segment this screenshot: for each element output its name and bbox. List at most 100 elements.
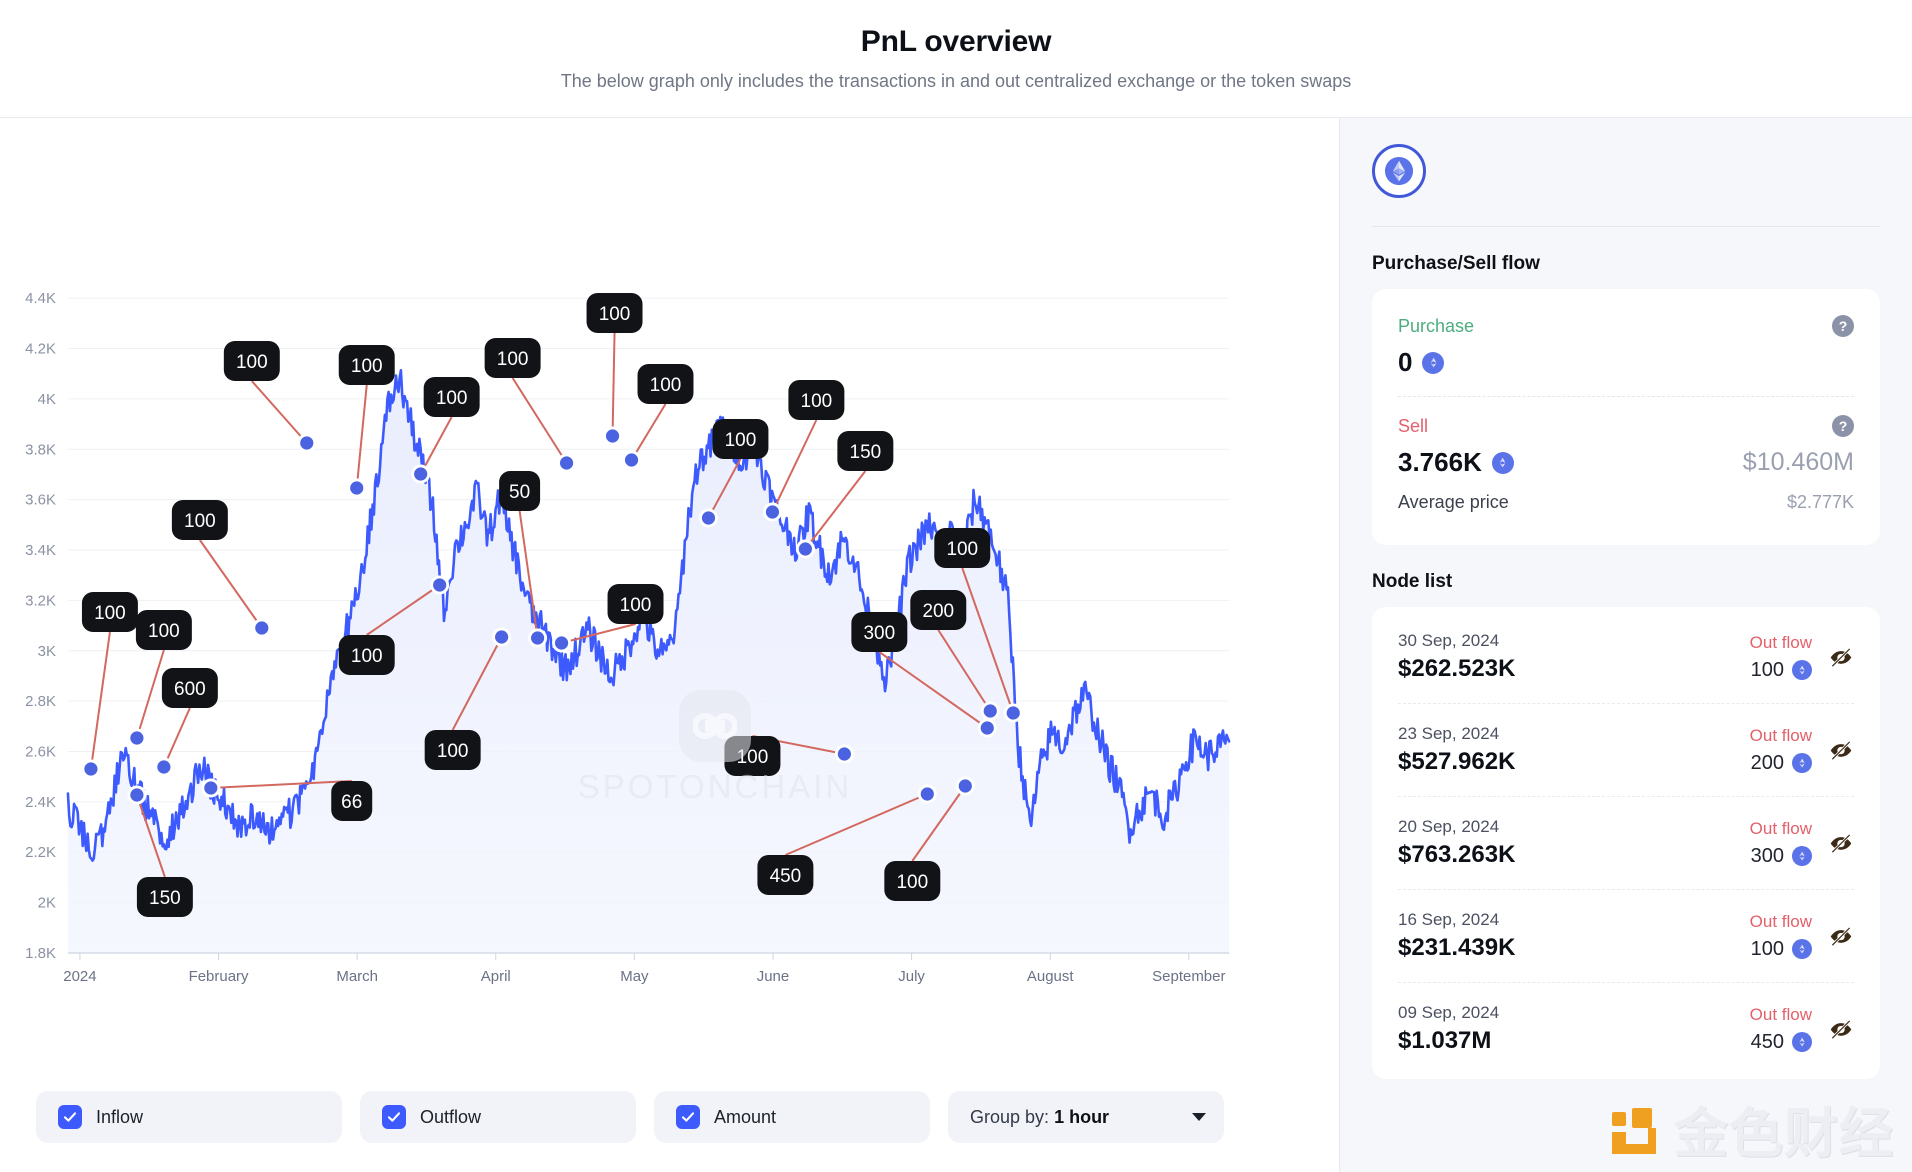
eye-off-icon[interactable]: [1828, 644, 1854, 670]
amount-checkbox[interactable]: [676, 1105, 700, 1129]
annotation-badge[interactable]: 100: [586, 293, 643, 333]
node-list-title: Node list: [1372, 571, 1453, 592]
page-subtitle: The below graph only includes the transa…: [560, 71, 1352, 91]
page-title: PnL overview: [860, 25, 1052, 58]
eye-off-icon[interactable]: [1828, 737, 1854, 763]
eye-off-icon[interactable]: [1828, 1016, 1854, 1042]
inflow-checkbox[interactable]: [58, 1105, 82, 1129]
annotation-marker[interactable]: [204, 781, 218, 795]
node-list-item[interactable]: 30 Sep, 2024 $262.523K Out flow 100: [1398, 611, 1854, 704]
annotation-badge[interactable]: 100: [171, 500, 228, 540]
annotation-marker[interactable]: [157, 760, 171, 774]
annotation-marker[interactable]: [701, 511, 716, 525]
annotation-badge-value: 100: [946, 539, 978, 560]
annotation-badge[interactable]: 100: [934, 528, 991, 568]
y-axis-tick-label: 3.8K: [25, 441, 56, 458]
annotation-badge[interactable]: 100: [724, 736, 781, 776]
group-by-value: 1 hour: [1054, 1106, 1110, 1127]
annotation-badge[interactable]: 100: [637, 364, 694, 404]
annotation-marker[interactable]: [559, 456, 574, 470]
annotation-marker[interactable]: [624, 453, 639, 467]
annotation-badge[interactable]: 100: [424, 730, 481, 770]
annotation-marker[interactable]: [350, 481, 364, 495]
annotation-badge[interactable]: 600: [161, 668, 218, 708]
annotation-badge[interactable]: 100: [81, 592, 138, 632]
annotation-marker[interactable]: [983, 704, 997, 718]
inflow-toggle[interactable]: Inflow: [36, 1091, 342, 1143]
ethereum-icon[interactable]: [1372, 144, 1426, 198]
page-header: PnL overview The below graph only includ…: [0, 0, 1912, 118]
corner-watermark: 金色财经: [1608, 1089, 1894, 1168]
ethereum-token-icon: [1792, 753, 1812, 773]
annotation-marker[interactable]: [605, 429, 620, 443]
x-axis-tick-label: August: [1027, 968, 1074, 985]
chevron-down-icon[interactable]: [1192, 1113, 1206, 1121]
annotation-marker[interactable]: [300, 436, 314, 450]
pnl-line-chart[interactable]: 1.8K 2K 2.2K 2.4K 2.6K 2.8K 3K 3.2K 3.4K 3.6K 3.8K…: [0, 118, 1339, 1080]
ethereum-token-icon: [1792, 939, 1812, 959]
purchase-row: Purchase ? 0: [1398, 309, 1854, 390]
annotation-badge[interactable]: 100: [338, 345, 395, 385]
annotation-marker[interactable]: [414, 467, 428, 481]
annotation-marker[interactable]: [958, 779, 972, 793]
outflow-toggle[interactable]: Outflow: [360, 1091, 636, 1143]
annotation-badge[interactable]: 150: [837, 431, 894, 471]
x-axis-tick-label: May: [620, 968, 649, 985]
amount-toggle[interactable]: Amount: [654, 1091, 930, 1143]
annotation-badge[interactable]: 100: [223, 341, 280, 381]
annotation-marker[interactable]: [84, 762, 98, 776]
annotation-badge[interactable]: 50: [499, 471, 541, 511]
node-list-item[interactable]: 23 Sep, 2024 $527.962K Out flow 200: [1398, 704, 1854, 797]
annotation-marker[interactable]: [130, 788, 144, 802]
node-list-item[interactable]: 20 Sep, 2024 $763.263K Out flow 300: [1398, 797, 1854, 890]
annotation-marker[interactable]: [531, 631, 545, 645]
x-axis-tick-label: September: [1152, 968, 1225, 985]
annotation-marker[interactable]: [130, 731, 144, 745]
node-token-amount: 200: [1750, 752, 1812, 775]
eye-off-icon[interactable]: [1828, 923, 1854, 949]
annotation-marker[interactable]: [554, 636, 569, 650]
annotation-marker[interactable]: [980, 721, 994, 735]
annotation-badge[interactable]: 100: [484, 338, 541, 378]
annotation-badge[interactable]: 100: [423, 377, 480, 417]
average-price-value: $2.777K: [1786, 492, 1854, 512]
annotation-badge-value: 450: [770, 866, 802, 887]
annotation-badge[interactable]: 300: [851, 612, 908, 652]
outflow-checkbox[interactable]: [382, 1105, 406, 1129]
y-axis-tick-label: 2.4K: [25, 794, 56, 811]
annotation-marker[interactable]: [255, 621, 269, 635]
sell-row: Sell ? 3.766K $10.460M Average price $2.…: [1398, 397, 1854, 525]
purchase-help-icon[interactable]: ?: [1832, 315, 1854, 337]
annotation-marker[interactable]: [798, 542, 812, 556]
y-axis-tick-label: 2.2K: [25, 844, 56, 861]
y-axis-tick-label: 2K: [38, 895, 56, 912]
group-by-dropdown[interactable]: Group by: 1 hour: [948, 1091, 1224, 1143]
annotation-connector: [419, 416, 453, 475]
pnl-overview-page: PnL overview The below graph only includ…: [0, 0, 1912, 1172]
annotation-badge[interactable]: 66: [331, 781, 373, 821]
annotation-badge[interactable]: 100: [884, 861, 941, 901]
annotation-badge[interactable]: 100: [788, 380, 845, 420]
sell-help-icon[interactable]: ?: [1832, 415, 1854, 437]
chart-area[interactable]: 1.8K 2K 2.2K 2.4K 2.6K 2.8K 3K 3.2K 3.4K 3.6K 3.8K…: [0, 118, 1339, 1080]
annotation-marker[interactable]: [920, 787, 934, 801]
annotation-badge[interactable]: 100: [338, 635, 395, 675]
annotation-marker[interactable]: [765, 505, 780, 519]
annotation-badge[interactable]: 150: [136, 877, 193, 917]
eye-off-icon[interactable]: [1828, 830, 1854, 856]
ethereum-token-icon: [1792, 846, 1812, 866]
node-list-item[interactable]: 09 Sep, 2024 $1.037M Out flow 450: [1398, 983, 1854, 1075]
annotation-badge[interactable]: 100: [135, 610, 192, 650]
annotation-badge-value: 100: [236, 352, 268, 373]
annotation-marker[interactable]: [433, 578, 447, 592]
annotation-badge[interactable]: 100: [712, 419, 769, 459]
annotation-badge[interactable]: 100: [607, 584, 664, 624]
annotation-badge[interactable]: 450: [757, 855, 814, 895]
annotation-marker[interactable]: [1006, 706, 1020, 720]
node-list-item[interactable]: 16 Sep, 2024 $231.439K Out flow 100: [1398, 890, 1854, 983]
annotation-badge[interactable]: 200: [910, 590, 967, 630]
node-token-amount: 450: [1750, 1031, 1812, 1054]
annotation-badge-value: 100: [737, 747, 769, 768]
annotation-marker[interactable]: [495, 630, 509, 644]
annotation-marker[interactable]: [837, 747, 851, 761]
